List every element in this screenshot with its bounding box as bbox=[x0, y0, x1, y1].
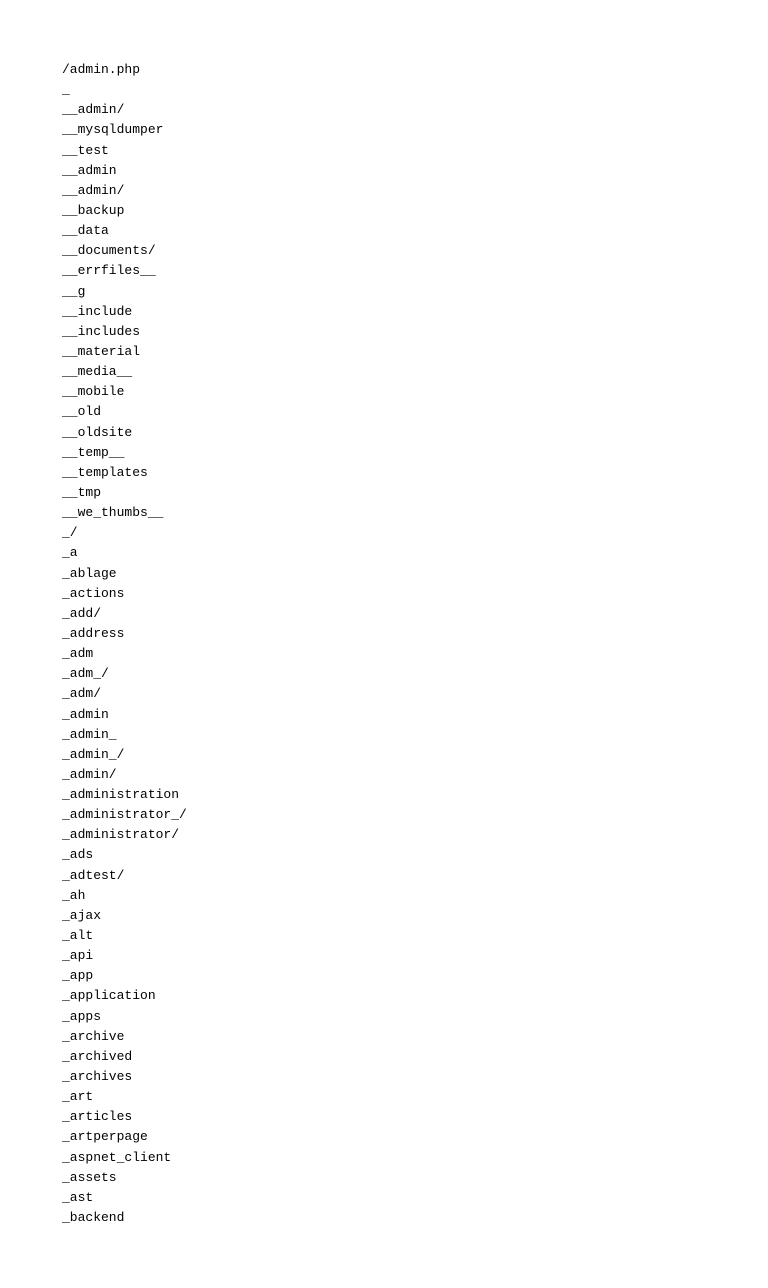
list-item: _admin_ bbox=[62, 725, 768, 745]
list-item: _assets bbox=[62, 1168, 768, 1188]
list-item: __temp__ bbox=[62, 443, 768, 463]
list-item: _archived bbox=[62, 1047, 768, 1067]
list-item: _a bbox=[62, 543, 768, 563]
list-item: _adm/ bbox=[62, 684, 768, 704]
list-item: _app bbox=[62, 966, 768, 986]
list-item: _admin_/ bbox=[62, 745, 768, 765]
list-item: __include bbox=[62, 302, 768, 322]
list-item: _aspnet_client bbox=[62, 1148, 768, 1168]
list-item: _ah bbox=[62, 886, 768, 906]
list-item: _adm_/ bbox=[62, 664, 768, 684]
file-list: /admin.php___admin/__mysqldumper__test__… bbox=[62, 60, 768, 1228]
list-item: _admin bbox=[62, 705, 768, 725]
list-item: _archives bbox=[62, 1067, 768, 1087]
list-item: _backend bbox=[62, 1208, 768, 1228]
list-item: __admin/ bbox=[62, 100, 768, 120]
list-item: _ads bbox=[62, 845, 768, 865]
list-item: __tmp bbox=[62, 483, 768, 503]
list-item: __old bbox=[62, 402, 768, 422]
list-item: __mysqldumper bbox=[62, 120, 768, 140]
list-item: __mobile bbox=[62, 382, 768, 402]
list-item: _adtest/ bbox=[62, 866, 768, 886]
list-item: _/ bbox=[62, 523, 768, 543]
list-item: _application bbox=[62, 986, 768, 1006]
list-item: __material bbox=[62, 342, 768, 362]
list-item: __errfiles__ bbox=[62, 261, 768, 281]
list-item: _ast bbox=[62, 1188, 768, 1208]
list-item: _archive bbox=[62, 1027, 768, 1047]
list-item: __documents/ bbox=[62, 241, 768, 261]
list-item: _administrator/ bbox=[62, 825, 768, 845]
list-item: _api bbox=[62, 946, 768, 966]
list-item: _add/ bbox=[62, 604, 768, 624]
list-item: _artperpage bbox=[62, 1127, 768, 1147]
list-item: _actions bbox=[62, 584, 768, 604]
list-item: /admin.php bbox=[62, 60, 768, 80]
list-item: __oldsite bbox=[62, 423, 768, 443]
list-item: _ bbox=[62, 80, 768, 100]
list-item: __data bbox=[62, 221, 768, 241]
list-item: __g bbox=[62, 282, 768, 302]
list-item: __templates bbox=[62, 463, 768, 483]
list-item: _art bbox=[62, 1087, 768, 1107]
list-item: __we_thumbs__ bbox=[62, 503, 768, 523]
list-item: _administration bbox=[62, 785, 768, 805]
list-item: _address bbox=[62, 624, 768, 644]
list-item: _ajax bbox=[62, 906, 768, 926]
list-item: _ablage bbox=[62, 564, 768, 584]
list-item: __includes bbox=[62, 322, 768, 342]
list-item: _adm bbox=[62, 644, 768, 664]
list-item: __media__ bbox=[62, 362, 768, 382]
list-item: __test bbox=[62, 141, 768, 161]
list-item: __admin bbox=[62, 161, 768, 181]
list-item: __backup bbox=[62, 201, 768, 221]
list-item: _admin/ bbox=[62, 765, 768, 785]
list-item: _administrator_/ bbox=[62, 805, 768, 825]
list-item: _articles bbox=[62, 1107, 768, 1127]
list-item: _alt bbox=[62, 926, 768, 946]
list-item: __admin/ bbox=[62, 181, 768, 201]
